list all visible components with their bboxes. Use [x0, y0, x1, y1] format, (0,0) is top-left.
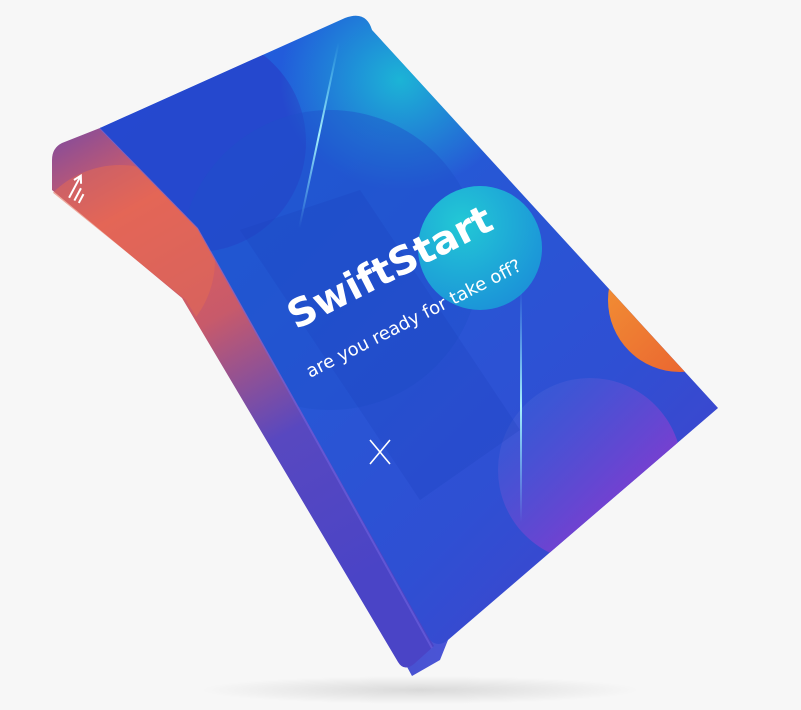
book-shadow: [200, 676, 640, 704]
circle-shape: [498, 378, 682, 562]
book-mockup-scene: SwiftStart are you ready for take off?: [52, 15, 718, 704]
book-front-cover: SwiftStart are you ready for take off?: [100, 15, 718, 644]
circle-shape: [608, 228, 718, 372]
light-streak: [520, 290, 522, 522]
